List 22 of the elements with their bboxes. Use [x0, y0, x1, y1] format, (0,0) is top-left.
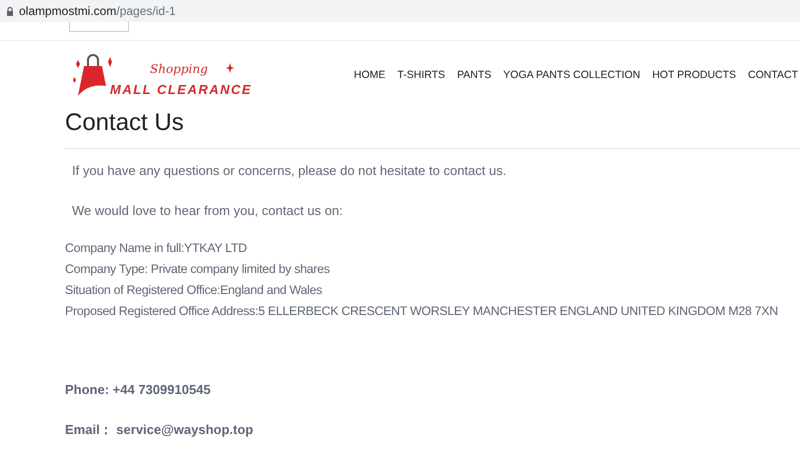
sparkle-icon — [226, 62, 234, 72]
company-info-line: Company Name in full:YTKAY LTD — [65, 240, 248, 258]
page-title: Contact Us — [65, 110, 185, 136]
header-box — [69, 22, 129, 32]
company-info-line: Company Type: Private company limited by shares — [65, 261, 331, 278]
contact-line: Phone: +44 7309910545 — [65, 381, 212, 400]
nav-link[interactable]: HOT PRODUCTS — [652, 68, 736, 84]
company-info-line: Situation of Registered Office:England and Wales — [65, 282, 323, 300]
nav-link[interactable]: T-SHIRTS — [397, 68, 446, 84]
logo-text: MALL CLEARANCE — [110, 80, 252, 98]
url-text: olampmostmi.com/pages/id-1 — [19, 3, 176, 20]
company-info-line: Proposed Registered Office Address:5 ELLERBECK CRESCENT WORSLEY MANCHESTER ENGLAND UNITED KINGDOM M28 7XN — [65, 303, 779, 320]
contact-line: Email： service@wayshop.top — [65, 420, 254, 439]
nav-link[interactable]: PANTS — [457, 68, 492, 84]
lock-icon — [6, 6, 14, 16]
address-bar[interactable]: olampmostmi.com/pages/id-1 — [0, 0, 800, 22]
nav-link[interactable]: HOME — [354, 68, 386, 84]
nav-link[interactable]: CONTACT — [748, 68, 798, 84]
nav-link[interactable]: YOGA PANTS COLLECTION — [503, 68, 640, 84]
paragraph: If you have any questions or concerns, please do not hesitate to contact us. — [72, 162, 508, 180]
paragraph: We would love to hear from you, contact us on: — [72, 202, 344, 220]
logo-script-text: Shopping — [150, 60, 208, 78]
